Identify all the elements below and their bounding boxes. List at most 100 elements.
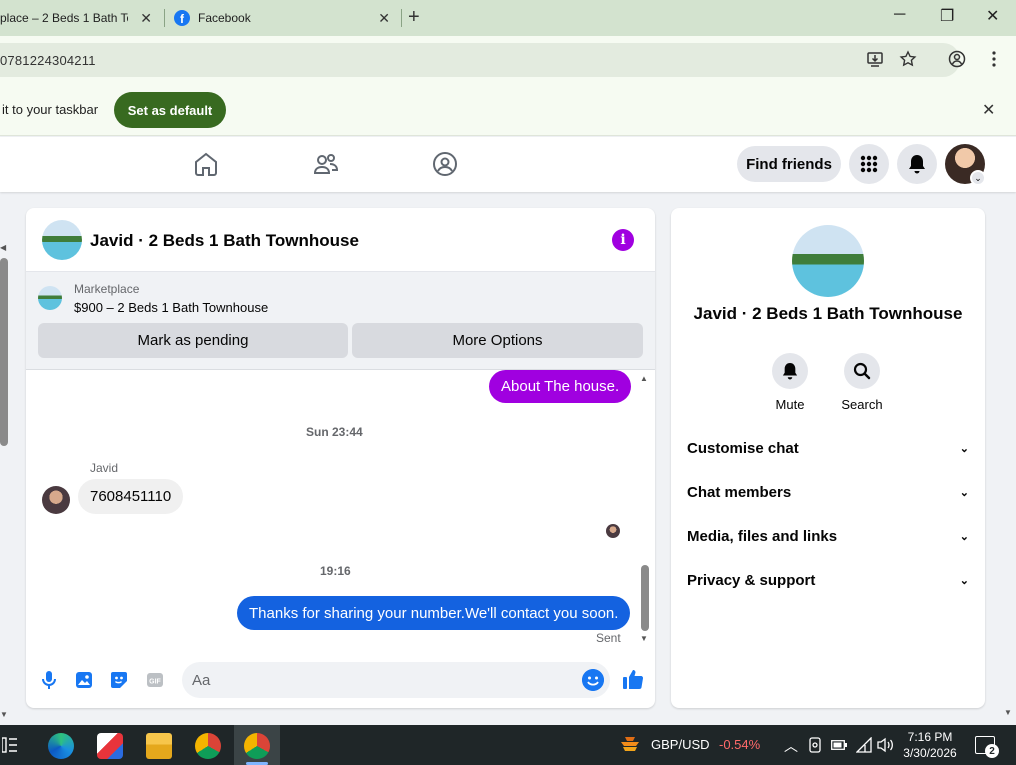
microphone-icon[interactable] (40, 670, 58, 690)
paint-app-icon[interactable] (97, 733, 123, 759)
page-scroll-down-icon[interactable]: ▼ (1004, 708, 1012, 717)
file-explorer-icon[interactable] (146, 733, 172, 759)
ticker-symbol[interactable]: GBP/USD (651, 737, 710, 752)
mute-circle[interactable] (772, 353, 808, 389)
message-bubble-incoming[interactable]: 7608451110 (78, 479, 184, 514)
clock-time: 7:16 PM (907, 730, 953, 744)
sticker-icon[interactable] (110, 670, 128, 690)
set-as-default-button[interactable]: Set as default (114, 92, 226, 128)
new-tab-icon[interactable]: + (408, 6, 420, 29)
message-input-wrap (182, 662, 610, 698)
facebook-top-nav: Find friends ⌄ (0, 137, 1016, 192)
chevron-down-icon: ⌄ (959, 486, 969, 499)
menu-grid-button[interactable] (849, 144, 889, 184)
mark-as-pending-button[interactable]: Mark as pending (38, 323, 348, 358)
volume-icon[interactable] (877, 737, 895, 753)
url-text[interactable]: 0781224304211 (0, 53, 96, 68)
notifications-button[interactable] (897, 144, 937, 184)
battery-icon[interactable] (831, 739, 847, 751)
edge-icon[interactable] (48, 733, 74, 759)
notification-count-badge: 2 (985, 744, 999, 758)
restore-icon[interactable]: ❐ (940, 6, 954, 26)
listing-thumbnail[interactable] (42, 220, 82, 260)
default-browser-infobar: it to your taskbar Set as default ✕ (0, 84, 1016, 136)
messenger-chat-panel: Javid · 2 Beds 1 Bath Townhouse i Market… (26, 208, 655, 708)
sender-avatar[interactable] (42, 486, 70, 514)
stock-ticker-icon[interactable] (619, 734, 641, 756)
infobar-close-icon[interactable]: ✕ (982, 100, 995, 120)
chevron-down-icon: ⌄ (959, 442, 969, 455)
home-icon[interactable] (193, 151, 219, 177)
message-bubble-outgoing[interactable]: Thanks for sharing your number.We'll con… (237, 596, 631, 630)
gif-icon[interactable]: GIF (146, 670, 164, 690)
media-files-links-row[interactable]: Media, files and links ⌄ (687, 521, 969, 551)
chrome-icon[interactable] (195, 733, 221, 759)
system-clock[interactable]: 7:16 PM 3/30/2026 (898, 729, 962, 761)
tab-marketplace[interactable]: place – 2 Beds 1 Bath Townhouse ✕ (0, 4, 162, 32)
chevron-down-icon[interactable]: ⌄ (970, 170, 986, 186)
groups-icon[interactable] (432, 151, 458, 177)
search-icon (853, 362, 871, 380)
meet-now-icon[interactable] (808, 737, 822, 753)
tab-title: Facebook (198, 11, 251, 25)
chevron-down-icon: ⌄ (959, 574, 969, 587)
sender-name: Javid (90, 461, 119, 475)
chat-scroll-up-icon[interactable]: ▲ (640, 374, 648, 383)
bell-icon (782, 363, 798, 380)
menu-grid-icon (860, 155, 878, 173)
find-friends-button[interactable]: Find friends (737, 146, 841, 182)
message-input[interactable] (192, 670, 572, 690)
ticker-change[interactable]: -0.54% (719, 737, 760, 752)
timestamp: Sun 23:44 (306, 425, 363, 439)
mute-button[interactable]: Mute (760, 353, 820, 412)
page-scrollbar[interactable] (0, 258, 8, 446)
search-label: Search (841, 397, 883, 412)
tab-close-icon[interactable]: ✕ (378, 10, 390, 27)
privacy-support-row[interactable]: Privacy & support ⌄ (687, 565, 969, 595)
emoji-icon[interactable] (582, 669, 604, 691)
browser-tabstrip: place – 2 Beds 1 Bath Townhouse ✕ f Face… (0, 0, 1016, 36)
tab-close-icon[interactable]: ✕ (140, 10, 152, 27)
scroll-up-arrow-icon[interactable]: ◀ (0, 243, 6, 252)
wifi-icon[interactable] (856, 737, 872, 753)
chat-scroll-down-icon[interactable]: ▼ (640, 634, 648, 643)
chat-title[interactable]: Javid · 2 Beds 1 Bath Townhouse (90, 231, 359, 251)
row-label: Privacy & support (687, 571, 816, 589)
marketplace-listing-card: Marketplace $900 – 2 Beds 1 Bath Townhou… (26, 272, 655, 370)
photo-icon[interactable] (75, 670, 93, 690)
install-app-icon[interactable] (866, 50, 884, 68)
scroll-down-arrow-icon[interactable]: ▼ (0, 710, 8, 719)
chrome-icon[interactable] (244, 733, 270, 759)
window-close-icon[interactable]: ✕ (986, 6, 999, 26)
read-receipt-avatar (606, 524, 620, 538)
message-bubble-outgoing[interactable]: About The house. (489, 370, 632, 403)
chat-members-row[interactable]: Chat members ⌄ (687, 477, 969, 507)
svg-text:GIF: GIF (149, 679, 161, 686)
browser-toolbar: 0781224304211 (0, 36, 1016, 84)
show-hidden-icons-icon[interactable]: ︿ (784, 736, 798, 756)
customise-chat-row[interactable]: Customise chat ⌄ (687, 433, 969, 463)
search-button[interactable]: Search (832, 353, 892, 412)
friends-icon[interactable] (313, 151, 339, 177)
tab-separator (164, 9, 165, 27)
browser-menu-icon[interactable] (990, 50, 998, 68)
listing-photo[interactable] (792, 225, 864, 297)
like-thumbs-up-icon[interactable] (622, 668, 644, 690)
profile-icon[interactable] (948, 50, 966, 68)
info-icon[interactable]: i (612, 229, 634, 251)
row-label: Media, files and links (687, 527, 838, 545)
windows-taskbar: GBP/USD -0.54% ︿ 7:16 PM 3/30/2026 2 (0, 725, 1016, 765)
more-options-button[interactable]: More Options (352, 323, 643, 358)
task-view-icon[interactable] (2, 736, 18, 754)
search-circle[interactable] (844, 353, 880, 389)
tab-facebook[interactable]: f Facebook ✕ (166, 4, 400, 32)
listing-thumbnail[interactable] (38, 286, 62, 310)
chat-scrollbar[interactable] (641, 565, 649, 631)
message-status: Sent (596, 631, 621, 645)
minimize-icon[interactable]: ─ (894, 6, 905, 24)
bookmark-star-icon[interactable] (899, 50, 917, 68)
message-composer: GIF (26, 656, 655, 708)
listing-title[interactable]: $900 – 2 Beds 1 Bath Townhouse (74, 300, 268, 315)
address-bar[interactable] (0, 43, 960, 77)
mute-label: Mute (775, 397, 805, 412)
